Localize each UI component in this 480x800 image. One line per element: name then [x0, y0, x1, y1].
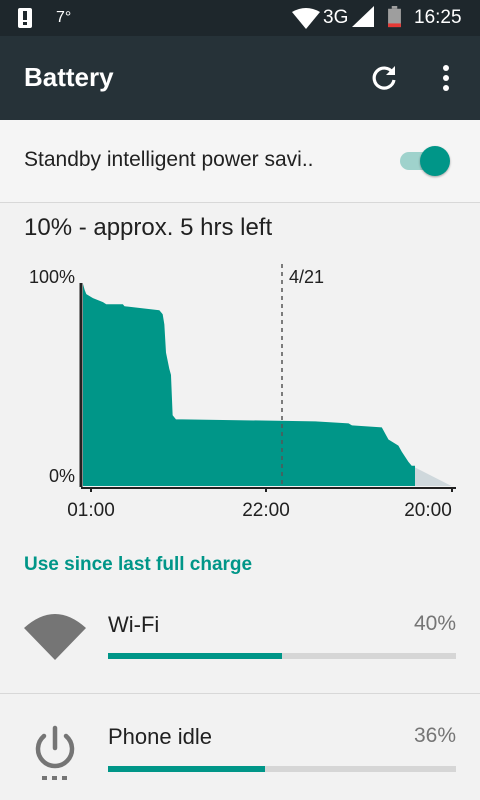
- app-bar: Battery: [0, 36, 480, 120]
- usage-bar-fill: [108, 766, 265, 772]
- usage-bar-fill: [108, 653, 282, 659]
- section-header: Use since last full charge: [24, 554, 253, 575]
- date-marker-label: 4/21: [289, 267, 324, 287]
- x-tick-label: 20:00: [404, 500, 452, 521]
- usage-label: Wi-Fi: [108, 612, 160, 637]
- status-bar: 7° 3G 16:25: [0, 0, 480, 36]
- wifi-icon: [24, 614, 86, 660]
- usage-item-wifi[interactable]: Wi-Fi 40%: [0, 590, 480, 694]
- x-tick-label: 01:00: [67, 500, 115, 521]
- signal-icon: [352, 6, 374, 27]
- usage-label: Phone idle: [108, 724, 212, 749]
- usage-percent: 40%: [413, 612, 456, 635]
- usage-item-phone-idle[interactable]: Phone idle 36%: [0, 694, 480, 800]
- usage-bar: [108, 766, 456, 772]
- standby-toggle[interactable]: [398, 144, 454, 178]
- clock: 16:25: [414, 7, 462, 28]
- battery-level-area: [83, 284, 415, 486]
- y-tick-label: 100%: [29, 267, 75, 287]
- y-tick-label: 0%: [49, 466, 75, 486]
- alert-icon: [18, 8, 32, 28]
- battery-history-chart[interactable]: 100% 0% 4/21 01:00 22:00 20:00: [0, 250, 480, 530]
- refresh-icon[interactable]: [366, 60, 402, 96]
- network-type: 3G: [323, 7, 349, 28]
- usage-bar: [108, 653, 456, 659]
- usage-percent: 36%: [413, 724, 456, 747]
- wifi-icon: [292, 8, 320, 29]
- standby-setting-row[interactable]: Standby intelligent power savi..: [0, 120, 480, 203]
- toggle-thumb: [420, 146, 450, 176]
- more-vert-icon[interactable]: [430, 60, 462, 96]
- page-title: Battery: [24, 62, 114, 92]
- power-icon: [35, 725, 75, 780]
- projection-area: [411, 465, 452, 486]
- temperature-indicator: 7°: [56, 9, 72, 26]
- chart-area: [83, 284, 452, 486]
- x-tick-label: 22:00: [242, 500, 290, 521]
- battery-summary: 10% - approx. 5 hrs left: [24, 214, 273, 241]
- standby-label: Standby intelligent power savi..: [24, 148, 314, 171]
- battery-icon: [388, 6, 401, 28]
